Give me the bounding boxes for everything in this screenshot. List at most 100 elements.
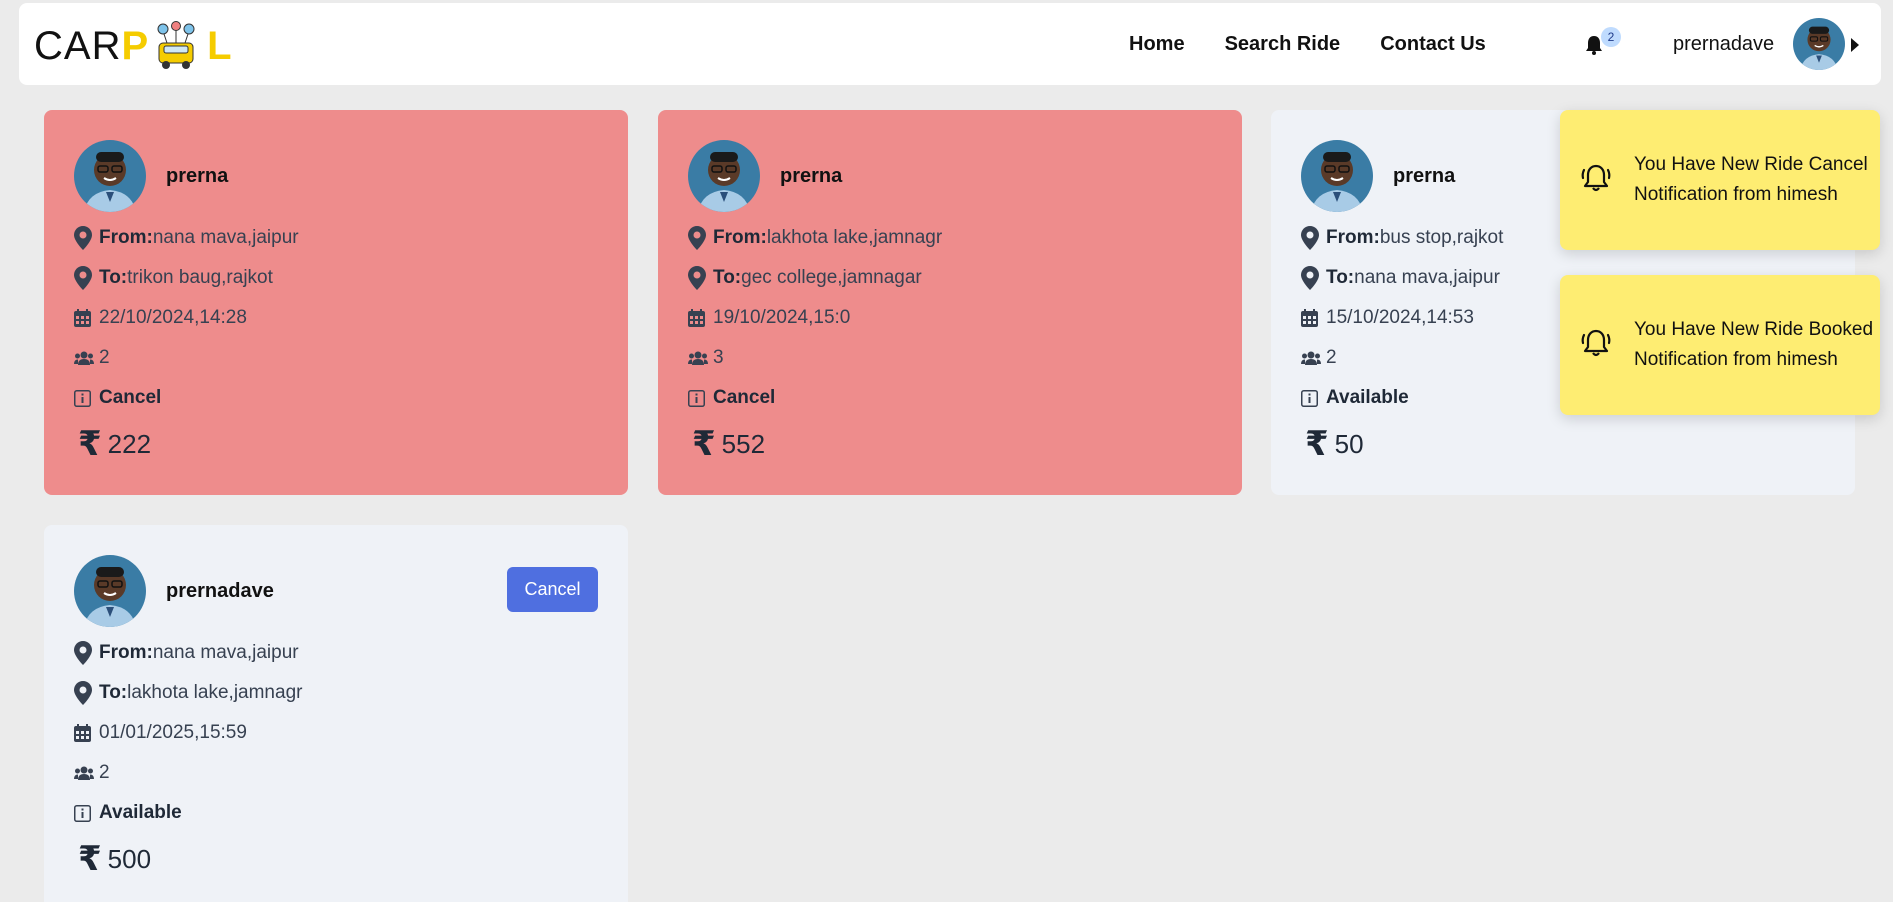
seats-value: 2 — [99, 347, 110, 368]
info-icon — [1301, 389, 1318, 407]
price-value: 50 — [1334, 428, 1364, 459]
price-row: ₹ 222 — [74, 420, 598, 468]
datetime-value: 15/10/2024,14:53 — [1326, 307, 1474, 328]
status-value: Available — [99, 802, 182, 823]
from-value: nana mava,jaipur — [152, 227, 299, 248]
logo[interactable]: CAR P L — [34, 21, 233, 71]
from-row: From: nana mava,jaipur — [74, 218, 598, 258]
nav-link-contact-us[interactable]: Contact Us — [1380, 33, 1486, 56]
ride-card: prernadave Cancel From: nana mava,jaipur… — [44, 525, 628, 902]
to-value: trikon baug,rajkot — [127, 267, 273, 288]
price-value: 222 — [107, 428, 152, 459]
from-label: From: — [99, 642, 153, 663]
datetime-value: 22/10/2024,14:28 — [99, 307, 247, 328]
map-pin-icon — [688, 266, 706, 290]
price-row: ₹ 50 — [1301, 420, 1825, 468]
price-value: 552 — [721, 428, 766, 459]
to-label: To: — [713, 267, 742, 288]
nav-link-search-ride[interactable]: Search Ride — [1225, 33, 1341, 56]
datetime-row: 19/10/2024,15:0 — [688, 298, 1212, 338]
rupee-icon: ₹ — [78, 840, 102, 878]
driver-name: prerna — [780, 164, 843, 187]
seats-row: 3 — [688, 338, 1212, 378]
to-label: To: — [99, 682, 128, 703]
nav-link-home[interactable]: Home — [1129, 33, 1185, 56]
logo-text-car: CAR — [34, 23, 122, 68]
datetime-value: 19/10/2024,15:0 — [713, 307, 851, 328]
map-pin-icon — [74, 641, 92, 665]
price-row: ₹ 552 — [688, 420, 1212, 468]
cancel-ride-button[interactable]: Cancel — [507, 567, 598, 612]
driver-name: prerna — [166, 164, 229, 187]
notification-count-badge: 2 — [1601, 27, 1621, 47]
users-icon — [74, 351, 94, 365]
driver-name: prernadave — [166, 579, 274, 602]
notification-toast[interactable]: You Have New Ride Cancel Notification fr… — [1560, 110, 1880, 250]
nav-links: Home Search Ride Contact Us — [1129, 3, 1526, 85]
from-value: bus stop,rajkot — [1379, 227, 1504, 248]
status-value: Cancel — [99, 387, 162, 408]
ride-card: prerna From: lakhota lake,jamnagr To: ge… — [658, 110, 1242, 495]
navbar: CAR P L Home Search Ride Contact Us 2 pr… — [19, 3, 1881, 85]
car-logo-icon — [157, 21, 195, 69]
info-icon — [688, 389, 705, 407]
from-label: From: — [1326, 227, 1380, 248]
to-row: To: gec college,jamnagar — [688, 258, 1212, 298]
seats-row: 2 — [74, 338, 598, 378]
to-value: gec college,jamnagar — [741, 267, 922, 288]
nav-username[interactable]: prernadave — [1673, 33, 1774, 56]
ride-card: prerna From: nana mava,jaipur To: trikon… — [44, 110, 628, 495]
bell-ring-icon — [1581, 164, 1611, 191]
map-pin-icon — [74, 226, 92, 250]
notification-text: You Have New Ride Booked Notification fr… — [1634, 319, 1874, 370]
seats-value: 3 — [713, 347, 724, 368]
status-value: Available — [1326, 387, 1409, 408]
nav-avatar[interactable] — [1793, 18, 1845, 70]
to-value: lakhota lake,jamnagr — [127, 682, 303, 703]
avatar — [74, 140, 146, 212]
notification-toast[interactable]: You Have New Ride Booked Notification fr… — [1560, 275, 1880, 415]
from-value: lakhota lake,jamnagr — [766, 227, 943, 248]
seats-row: 2 — [74, 753, 598, 793]
users-icon — [74, 766, 94, 780]
rupee-icon: ₹ — [1305, 425, 1329, 463]
to-label: To: — [1326, 267, 1355, 288]
notifications-button[interactable]: 2 — [1581, 27, 1621, 63]
calendar-icon — [74, 309, 91, 327]
seats-value: 2 — [99, 762, 110, 783]
from-label: From: — [99, 227, 153, 248]
bell-ring-icon — [1581, 329, 1611, 356]
logo-text-l: L — [207, 23, 233, 68]
caret-right-icon[interactable] — [1851, 38, 1859, 52]
datetime-value: 01/01/2025,15:59 — [99, 722, 247, 743]
status-row: Cancel — [688, 378, 1212, 418]
status-row: Cancel — [74, 378, 598, 418]
datetime-row: 01/01/2025,15:59 — [74, 713, 598, 753]
from-label: From: — [713, 227, 767, 248]
to-value: nana mava,jaipur — [1354, 267, 1500, 288]
status-row: Available — [74, 793, 598, 833]
map-pin-icon — [1301, 266, 1319, 290]
to-row: To: lakhota lake,jamnagr — [74, 673, 598, 713]
info-icon — [74, 804, 91, 822]
driver-name: prerna — [1393, 164, 1456, 187]
map-pin-icon — [688, 226, 706, 250]
users-icon — [688, 351, 708, 365]
logo-text-p: P — [121, 23, 150, 68]
calendar-icon — [74, 724, 91, 742]
calendar-icon — [688, 309, 705, 327]
info-icon — [74, 389, 91, 407]
calendar-icon — [1301, 309, 1318, 327]
map-pin-icon — [74, 266, 92, 290]
price-value: 500 — [107, 843, 152, 874]
map-pin-icon — [1301, 226, 1319, 250]
from-value: nana mava,jaipur — [152, 642, 299, 663]
price-row: ₹ 500 — [74, 835, 598, 883]
notification-text: You Have New Ride Cancel Notification fr… — [1634, 154, 1868, 205]
users-icon — [1301, 351, 1321, 365]
from-row: From: lakhota lake,jamnagr — [688, 218, 1212, 258]
avatar — [74, 555, 146, 627]
rupee-icon: ₹ — [692, 425, 716, 463]
avatar — [688, 140, 760, 212]
to-label: To: — [99, 267, 128, 288]
